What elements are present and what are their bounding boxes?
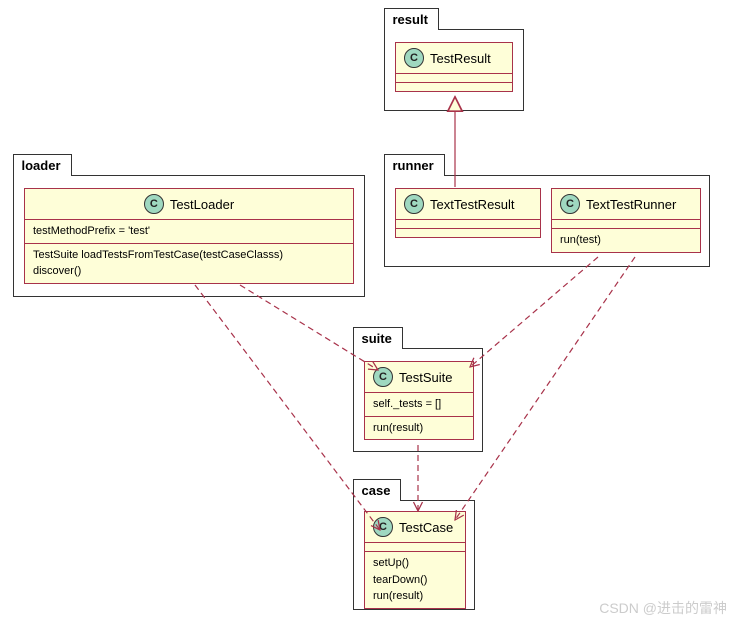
- watermark: CSDN @进击的雷神: [599, 598, 727, 618]
- class-texttestrunner-name: TextTestRunner: [586, 197, 676, 212]
- class-icon: C: [373, 367, 393, 387]
- class-testresult-ops: [396, 83, 512, 91]
- class-testresult: C TestResult: [395, 42, 513, 92]
- class-testsuite: C TestSuite self._tests = [] run(result): [364, 361, 474, 440]
- class-texttestresult-ops: [396, 229, 540, 237]
- class-testcase-ops: setUp() tearDown() run(result): [365, 552, 465, 608]
- class-texttestresult-attrs: [396, 220, 540, 229]
- class-icon: C: [404, 194, 424, 214]
- op-row: TestSuite loadTestsFromTestCase(testCase…: [33, 247, 345, 264]
- class-texttestrunner-ops: run(test): [552, 229, 700, 252]
- class-testloader: C TestLoader testMethodPrefix = 'test' T…: [24, 188, 354, 284]
- package-loader-label: loader: [13, 154, 72, 176]
- class-testresult-name: TestResult: [430, 51, 491, 66]
- package-case: case C TestCase setUp() tearDown() run(r…: [353, 500, 475, 610]
- class-texttestrunner: C TextTestRunner run(test): [551, 188, 701, 253]
- package-loader: loader C TestLoader testMethodPrefix = '…: [13, 175, 365, 297]
- op-row: run(result): [373, 588, 457, 605]
- op-row: run(test): [560, 232, 692, 249]
- class-testsuite-name: TestSuite: [399, 370, 452, 385]
- class-testloader-attrs: testMethodPrefix = 'test': [25, 220, 353, 244]
- package-result: result C TestResult: [384, 29, 524, 111]
- class-icon: C: [404, 48, 424, 68]
- class-testresult-attrs: [396, 74, 512, 83]
- op-row: setUp(): [373, 555, 457, 572]
- class-icon: C: [560, 194, 580, 214]
- class-testloader-ops: TestSuite loadTestsFromTestCase(testCase…: [25, 244, 353, 283]
- rel-texttestrunner-testsuite: [470, 257, 598, 367]
- attr-row: testMethodPrefix = 'test': [33, 223, 345, 240]
- class-testsuite-attrs: self._tests = []: [365, 393, 473, 417]
- class-testsuite-ops: run(result): [365, 417, 473, 440]
- class-testcase-name: TestCase: [399, 520, 453, 535]
- package-suite: suite C TestSuite self._tests = [] run(r…: [353, 348, 483, 452]
- package-suite-label: suite: [353, 327, 403, 349]
- op-row: discover(): [33, 263, 345, 280]
- package-runner-label: runner: [384, 154, 445, 176]
- class-texttestresult-name: TextTestResult: [430, 197, 515, 212]
- attr-row: self._tests = []: [373, 396, 465, 413]
- package-runner: runner C TextTestResult C TextTestRunner…: [384, 175, 710, 267]
- class-testcase-attrs: [365, 543, 465, 552]
- class-testcase: C TestCase setUp() tearDown() run(result…: [364, 511, 466, 609]
- class-texttestresult: C TextTestResult: [395, 188, 541, 238]
- class-texttestrunner-attrs: [552, 220, 700, 229]
- op-row: tearDown(): [373, 572, 457, 589]
- class-testloader-name: TestLoader: [170, 197, 234, 212]
- class-icon: C: [373, 517, 393, 537]
- op-row: run(result): [373, 420, 465, 437]
- class-icon: C: [144, 194, 164, 214]
- package-result-label: result: [384, 8, 439, 30]
- package-case-label: case: [353, 479, 402, 501]
